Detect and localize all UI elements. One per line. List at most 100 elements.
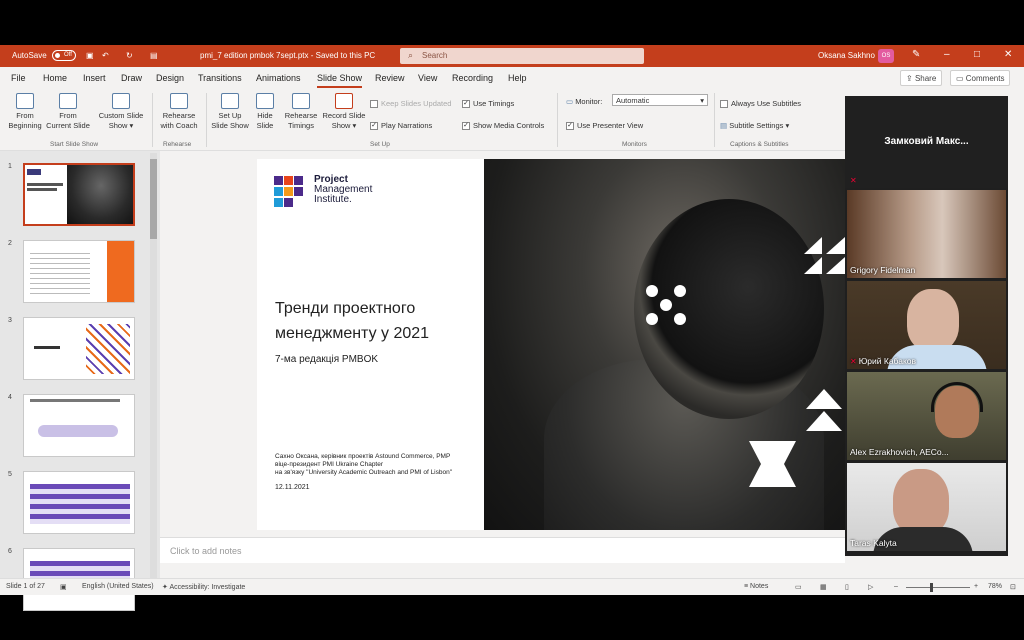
- tab-help[interactable]: Help: [508, 73, 527, 83]
- slide-thumbnail-1[interactable]: [23, 163, 135, 226]
- participant-name: Grigory Fidelman: [850, 265, 916, 275]
- timer-icon: [292, 93, 310, 109]
- tab-home[interactable]: Home: [43, 73, 67, 83]
- from-beginning-button[interactable]: From Beginning: [6, 93, 44, 131]
- slideshow-view-icon[interactable]: ▷: [868, 583, 873, 591]
- custom-show-icon: [112, 93, 130, 109]
- show-media-checkbox[interactable]: ✓ Show Media Controls: [462, 121, 544, 131]
- slide-title: Тренди проектного менеджменту у 2021: [275, 300, 430, 342]
- spellcheck-icon[interactable]: ▣: [60, 583, 67, 591]
- rehearse-coach-button[interactable]: Rehearse with Coach: [156, 93, 202, 131]
- save-icon[interactable]: ▣: [86, 51, 94, 60]
- autosave-toggle[interactable]: Off: [52, 50, 76, 61]
- subtitle-settings-button[interactable]: ▤ Subtitle Settings ▾: [720, 121, 789, 130]
- participant-tile[interactable]: Taras Kalyta: [847, 463, 1006, 551]
- slide-date: 12.11.2021: [275, 484, 310, 491]
- slide-thumbnail-3[interactable]: [23, 317, 135, 380]
- keep-updated-checkbox[interactable]: Keep Slides Updated: [370, 99, 451, 109]
- language-indicator[interactable]: English (United States): [82, 583, 154, 590]
- setup-icon: [221, 93, 239, 109]
- fit-slide-icon[interactable]: ⊡: [1010, 583, 1016, 591]
- astronaut-photo: [484, 159, 845, 530]
- zoom-out-icon[interactable]: –: [894, 583, 898, 590]
- muted-mic-icon: ✕: [850, 176, 857, 185]
- rehearse-timings-button[interactable]: Rehearse Timings: [282, 93, 320, 131]
- comments-button[interactable]: ▭ Comments: [950, 70, 1011, 86]
- ribbon: From Beginning From Current Slide Custom S…: [0, 89, 845, 151]
- menu-bar: File Home Insert Draw Design Transitions…: [0, 67, 1024, 89]
- participant-tile[interactable]: Grigory Fidelman: [847, 190, 1006, 278]
- record-icon: [335, 93, 353, 109]
- use-timings-checkbox[interactable]: ✓ Use Timings: [462, 99, 514, 109]
- notes-button[interactable]: ≡ Notes: [744, 583, 768, 590]
- hide-slide-icon: [256, 93, 274, 109]
- zoom-slider[interactable]: [906, 583, 970, 592]
- slide-canvas[interactable]: Project Management Institute. Тренди проек…: [257, 159, 845, 530]
- zoom-in-icon[interactable]: +: [974, 583, 978, 590]
- participant-name: Alex Ezrakhovich, AECo...: [850, 447, 949, 457]
- active-speaker-tile[interactable]: Замковий Макс... ✕: [845, 96, 1008, 188]
- coach-icon: [170, 93, 188, 109]
- slide-thumbnail-5[interactable]: [23, 471, 135, 534]
- group-label: Start Slide Show: [50, 141, 99, 148]
- tab-animations[interactable]: Animations: [256, 73, 301, 83]
- share-button[interactable]: ⇪ Share: [900, 70, 943, 86]
- present-icon[interactable]: ▤: [150, 51, 158, 60]
- tab-file[interactable]: File: [11, 73, 26, 83]
- monitor-icon: ▭: [566, 97, 574, 106]
- close-icon[interactable]: ✕: [1004, 49, 1012, 60]
- participant-tile[interactable]: Alex Ezrakhovich, AECo...: [847, 372, 1006, 460]
- group-label: Captions & Subtitles: [730, 141, 789, 148]
- minimize-icon[interactable]: –: [944, 49, 950, 60]
- sorter-view-icon[interactable]: ▦: [820, 583, 827, 591]
- participant-tile[interactable]: ✕ Юрий Кабаков: [847, 281, 1006, 369]
- headphones-icon: [931, 382, 983, 412]
- group-label: Set Up: [370, 141, 390, 148]
- slide-thumbnails-pane: 1 2 3 4 5 6: [0, 151, 160, 611]
- user-name[interactable]: Oksana Sakhno: [818, 51, 875, 60]
- decorative-shapes: [646, 237, 845, 487]
- search-box[interactable]: ⌕ Search: [400, 48, 644, 64]
- play-narrations-checkbox[interactable]: ✓ Play Narrations: [370, 121, 432, 131]
- tab-recording[interactable]: Recording: [452, 73, 493, 83]
- slide-counter: Slide 1 of 27: [6, 583, 45, 590]
- zoom-level[interactable]: 78%: [988, 583, 1002, 590]
- accessibility-button[interactable]: ✦ Accessibility: Investigate: [162, 583, 245, 591]
- always-subtitles-checkbox[interactable]: Always Use Subtitles: [720, 99, 801, 109]
- search-icon: ⌕: [408, 50, 414, 60]
- tab-design[interactable]: Design: [156, 73, 184, 83]
- tab-review[interactable]: Review: [375, 73, 405, 83]
- maximize-icon[interactable]: □: [974, 49, 980, 60]
- hide-slide-button[interactable]: Hide Slide: [252, 93, 278, 131]
- video-call-panel: Замковий Макс... ✕ Grigory Fidelman ✕ Юри…: [845, 96, 1008, 556]
- status-bar: Slide 1 of 27 ▣ English (United States) …: [0, 578, 1024, 595]
- slide-thumbnail-4[interactable]: [23, 394, 135, 457]
- notes-pane[interactable]: Click to add notes: [160, 537, 845, 563]
- setup-slideshow-button[interactable]: Set Up Slide Show: [208, 93, 252, 131]
- pen-icon[interactable]: ✎: [912, 49, 920, 60]
- monitor-select[interactable]: Automatic ▾: [612, 94, 708, 106]
- group-label: Monitors: [622, 141, 647, 148]
- participant-name: Taras Kalyta: [850, 538, 897, 548]
- subtitle-icon: ▤: [720, 121, 728, 130]
- undo-icon[interactable]: ↶: [102, 51, 109, 60]
- custom-slide-show-button[interactable]: Custom Slide Show ▾: [96, 93, 146, 131]
- reading-view-icon[interactable]: ▯: [845, 583, 849, 591]
- record-slideshow-button[interactable]: Record Slide Show ▾: [320, 93, 368, 131]
- participant-name: Замковий Макс...: [884, 136, 969, 147]
- avatar[interactable]: OS: [878, 49, 894, 63]
- tab-slide-show[interactable]: Slide Show: [317, 73, 363, 88]
- slideshow-icon: [59, 93, 77, 109]
- slideshow-icon: [16, 93, 34, 109]
- redo-icon[interactable]: ↻: [126, 51, 133, 60]
- group-label: Rehearse: [163, 141, 192, 148]
- from-current-button[interactable]: From Current Slide: [44, 93, 92, 131]
- slide-thumbnail-2[interactable]: [23, 240, 135, 303]
- tab-transitions[interactable]: Transitions: [198, 73, 242, 83]
- tab-view[interactable]: View: [418, 73, 437, 83]
- tab-draw[interactable]: Draw: [121, 73, 142, 83]
- tab-insert[interactable]: Insert: [83, 73, 106, 83]
- thumbnails-scrollbar[interactable]: [150, 153, 157, 581]
- presenter-view-checkbox[interactable]: ✓ Use Presenter View: [566, 121, 643, 131]
- normal-view-icon[interactable]: ▭: [795, 583, 802, 591]
